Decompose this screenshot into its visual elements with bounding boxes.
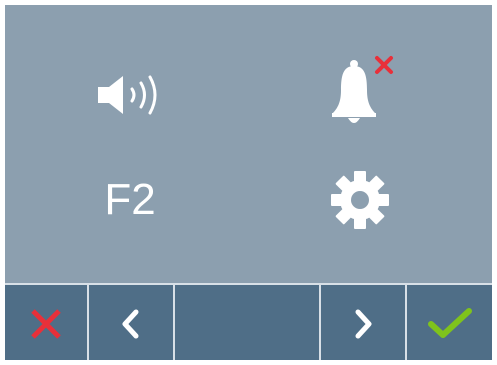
cancel-button[interactable] <box>5 285 89 360</box>
chevron-left-icon <box>122 309 139 338</box>
chevron-right-icon <box>355 309 372 338</box>
mute-x-mark <box>375 56 393 74</box>
menu-area: F2 <box>5 5 492 280</box>
next-button[interactable] <box>321 285 407 360</box>
bottom-toolbar <box>5 283 492 360</box>
bell-muted-icon <box>332 56 393 123</box>
intercom-screen: F2 <box>5 5 492 360</box>
settings-button[interactable] <box>305 160 415 240</box>
close-icon <box>31 308 61 339</box>
gear-icon <box>331 171 389 229</box>
speaker-volume-button[interactable] <box>75 55 185 135</box>
f2-function-button[interactable]: F2 <box>75 160 185 240</box>
checkmark-icon <box>427 307 472 338</box>
ringer-mute-button[interactable] <box>305 45 415 135</box>
speaker-volume-icon <box>98 75 157 115</box>
blank-toolbar-slot <box>175 285 321 360</box>
confirm-button[interactable] <box>407 285 492 360</box>
previous-button[interactable] <box>89 285 175 360</box>
f2-label: F2 <box>104 175 156 224</box>
